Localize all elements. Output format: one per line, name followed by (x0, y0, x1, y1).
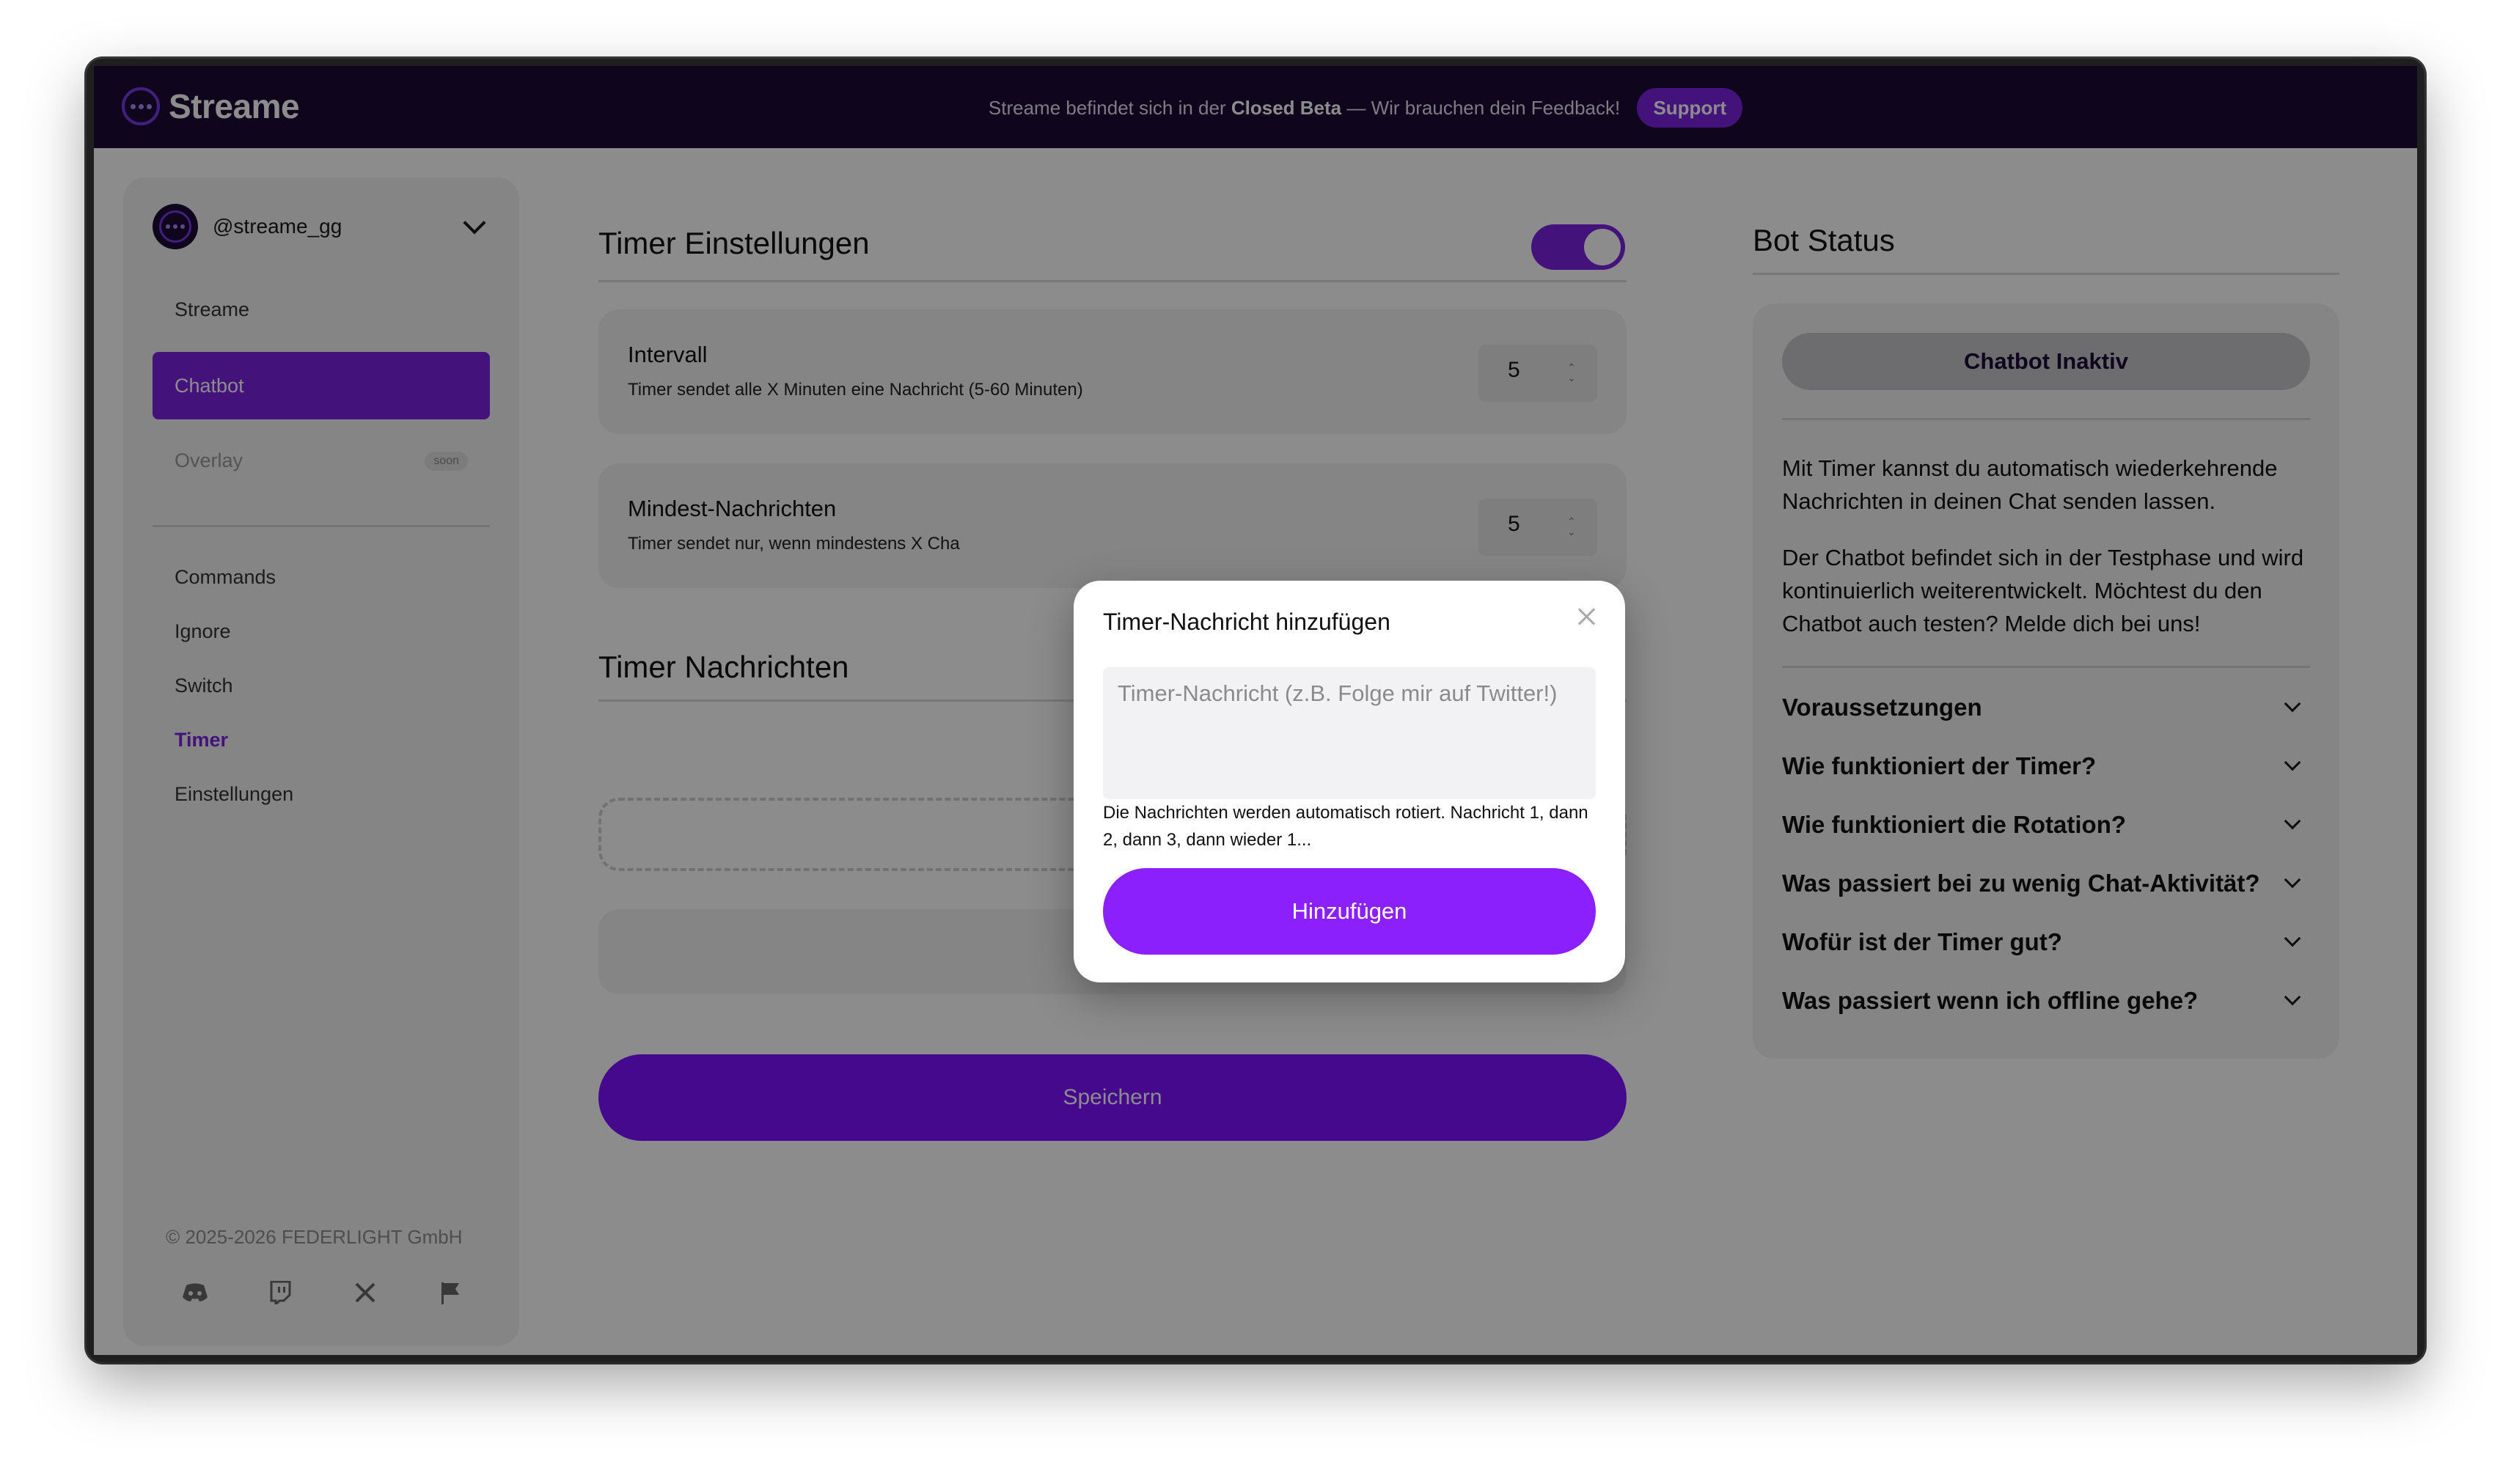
close-icon[interactable] (1575, 606, 1597, 628)
modal-title: Timer-Nachricht hinzufügen (1103, 609, 1390, 635)
add-button[interactable]: Hinzufügen (1103, 868, 1596, 955)
screen: Streame Streame befindet sich in der Clo… (94, 66, 2417, 1355)
app-window: Streame Streame befindet sich in der Clo… (87, 59, 2424, 1362)
timer-message-input[interactable] (1103, 667, 1596, 799)
add-timer-message-modal: Timer-Nachricht hinzufügen Die Nachricht… (1074, 581, 1625, 982)
rotation-hint: Die Nachrichten werden automatisch rotie… (1103, 803, 1588, 850)
